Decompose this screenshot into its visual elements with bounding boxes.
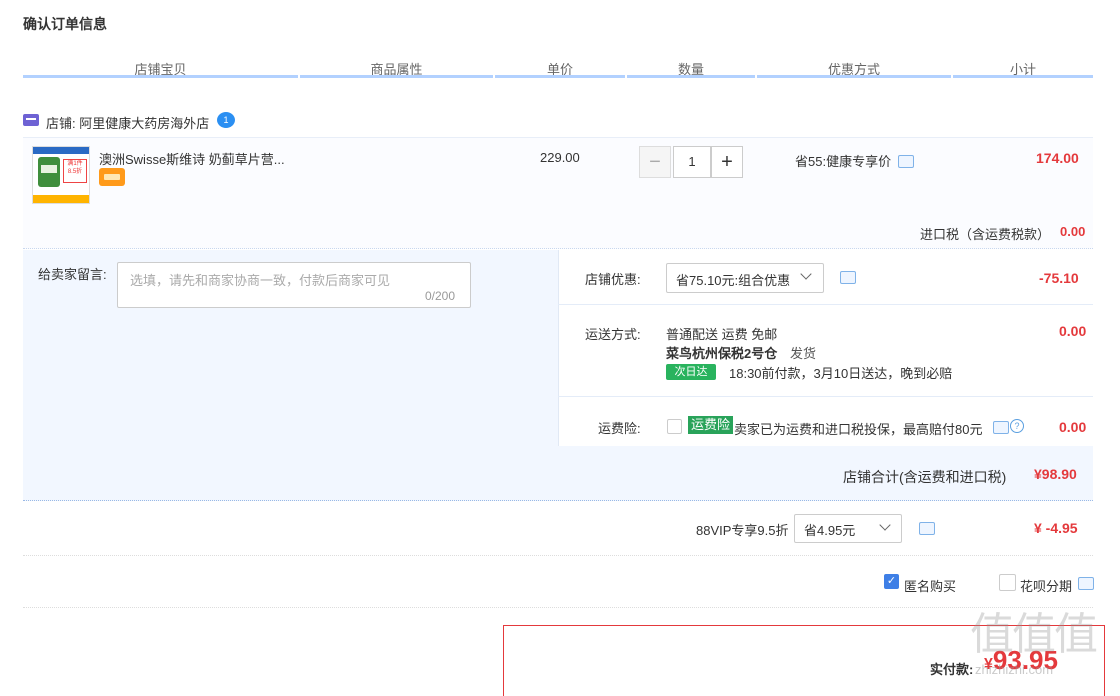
huabei-installment-label[interactable]: 花呗分期: [1020, 576, 1072, 595]
product-name-link[interactable]: 澳洲Swisse斯维诗 奶蓟草片营...: [99, 149, 285, 168]
comment-icon[interactable]: [840, 271, 856, 284]
divider: [23, 555, 1093, 557]
quantity-input[interactable]: 1: [673, 146, 711, 178]
thumb-promo-line2: 8.5折: [67, 169, 83, 175]
insurance-badge: 运费险: [688, 416, 734, 434]
next-day-delivery-badge: 次日达: [666, 364, 716, 380]
credit-card-icon: [99, 168, 125, 186]
shop-total-label: 店铺合计(含运费和进口税): [843, 469, 1007, 485]
shipping-fee-value: 0.00: [1059, 323, 1087, 339]
import-tax-label: 进口税（含运费税款）: [920, 227, 1051, 242]
import-tax-value: 0.00: [1060, 224, 1086, 239]
warehouse-name: 菜鸟杭州保税2号仓: [666, 346, 778, 361]
header-divider: [298, 75, 300, 78]
shipping-method-label: 运送方式:: [585, 327, 641, 342]
shipping-method-text: 普通配送 运费 免邮: [666, 327, 778, 342]
comment-icon[interactable]: [993, 421, 1009, 434]
unit-price: 229.00: [540, 150, 580, 165]
header-divider: [951, 75, 953, 78]
divider: [23, 607, 1093, 609]
product-thumbnail[interactable]: 满1件 8.5折: [32, 146, 90, 204]
header-underline: [23, 75, 1093, 78]
insurance-checkbox[interactable]: [667, 419, 682, 434]
divider: [558, 396, 1093, 397]
watermark: 值值值: [970, 609, 1098, 660]
shop-discount-value: -75.10: [1039, 270, 1079, 286]
shop-name[interactable]: 店铺: 阿里健康大药房海外店: [46, 113, 209, 132]
vip-discount-selected: 省4.95元: [804, 523, 856, 538]
message-char-count: 0/200: [425, 289, 456, 303]
seller-message-label: 给卖家留言:: [38, 267, 107, 282]
wangwang-chat-icon[interactable]: 1: [217, 112, 235, 128]
anonymous-checkbox[interactable]: ✓: [884, 574, 899, 589]
insurance-description: 卖家已为运费和进口税投保，最高赔付80元: [734, 422, 983, 437]
delivery-promise: 18:30前付款，3月10日送达，晚到必赔: [729, 366, 953, 381]
ship-from-text: 发货: [790, 346, 817, 361]
help-icon[interactable]: ?: [1010, 419, 1024, 433]
item-subtotal: 174.00: [1036, 150, 1079, 166]
seller-message-placeholder: 选填，请先和商家协商一致，付款后商家可见: [130, 273, 391, 288]
shop-icon: [23, 114, 39, 126]
comment-icon[interactable]: [1078, 577, 1094, 590]
thumb-promo-line1: 满1件: [67, 161, 83, 167]
shop-discount-selected: 省75.10元:组合优惠: [676, 273, 791, 288]
huabei-checkbox[interactable]: [999, 574, 1016, 591]
shop-total-value: ¥98.90: [1034, 466, 1077, 482]
anonymous-purchase-label[interactable]: 匿名购买: [904, 576, 956, 595]
comment-icon[interactable]: [898, 155, 914, 168]
vip-discount-label: 88VIP专享9.5折: [696, 523, 789, 538]
shop-discount-label: 店铺优惠:: [585, 272, 641, 287]
insurance-value: 0.00: [1059, 419, 1087, 435]
divider: [558, 304, 1093, 305]
watermark-url: zhizhizhi.com: [975, 662, 1054, 677]
payment-label: 实付款:: [930, 662, 974, 677]
header-divider: [493, 75, 495, 78]
header-divider: [625, 75, 627, 78]
promotion-text: 省55:健康专享价: [795, 154, 892, 169]
vip-discount-value: ¥ -4.95: [1034, 520, 1078, 536]
quantity-increase-button[interactable]: +: [711, 146, 743, 178]
quantity-decrease-button[interactable]: −: [639, 146, 671, 178]
header-divider: [755, 75, 757, 78]
comment-icon[interactable]: [919, 522, 935, 535]
page-title: 确认订单信息: [23, 16, 107, 32]
shipping-insurance-label: 运费险:: [598, 421, 641, 436]
